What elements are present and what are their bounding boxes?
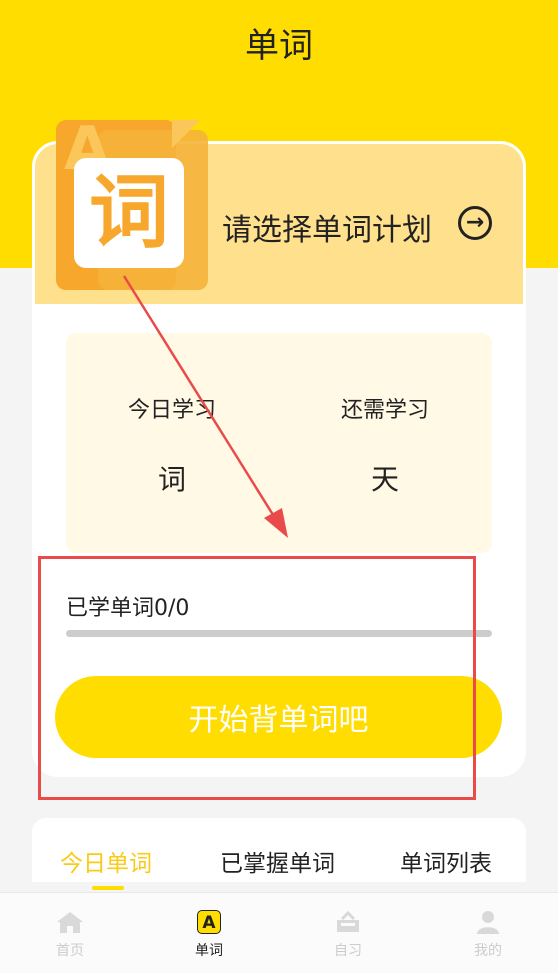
word-tabs: 今日单词 已掌握单词 单词列表	[32, 818, 526, 882]
today-study-stat: 今日学习 词	[72, 392, 272, 498]
nav-label-home: 首页	[56, 943, 84, 959]
nav-label-mine: 我的	[474, 943, 502, 959]
home-icon	[55, 910, 85, 934]
book-tile: 词	[74, 158, 184, 268]
book-char: 词	[89, 166, 169, 259]
arrow-right-circle-icon[interactable]: →	[458, 206, 492, 240]
annotation-highlight-box	[38, 556, 476, 800]
today-study-value: 词	[157, 463, 186, 496]
remaining-study-label: 还需学习	[340, 398, 429, 423]
study-icon	[333, 910, 363, 934]
bottom-nav: 首页 A 单词 自习 我的	[0, 892, 558, 973]
words-badge: A	[197, 910, 221, 934]
tab-mastered-words[interactable]: 已掌握单词	[220, 844, 335, 878]
page-title: 单词	[245, 26, 313, 66]
nav-label-study: 自习	[334, 943, 362, 959]
words-icon: A	[194, 910, 224, 934]
remaining-study-value: 天	[370, 463, 399, 496]
active-tab-indicator	[92, 886, 124, 890]
remaining-study-stat: 还需学习 天	[285, 392, 485, 498]
nav-item-home[interactable]: 首页	[20, 893, 120, 973]
select-plan-link[interactable]: 请选择单词计划	[222, 205, 432, 249]
today-study-label: 今日学习	[127, 398, 216, 423]
user-icon	[473, 910, 503, 934]
tab-word-list[interactable]: 单词列表	[400, 844, 492, 878]
nav-label-words: 单词	[195, 943, 223, 959]
nav-item-study[interactable]: 自习	[298, 893, 398, 973]
book-fold	[172, 120, 200, 148]
nav-item-words[interactable]: A 单词	[159, 893, 259, 973]
nav-item-mine[interactable]: 我的	[438, 893, 538, 973]
tab-today-words[interactable]: 今日单词	[60, 844, 152, 878]
word-book-icon: A 词	[52, 114, 208, 292]
